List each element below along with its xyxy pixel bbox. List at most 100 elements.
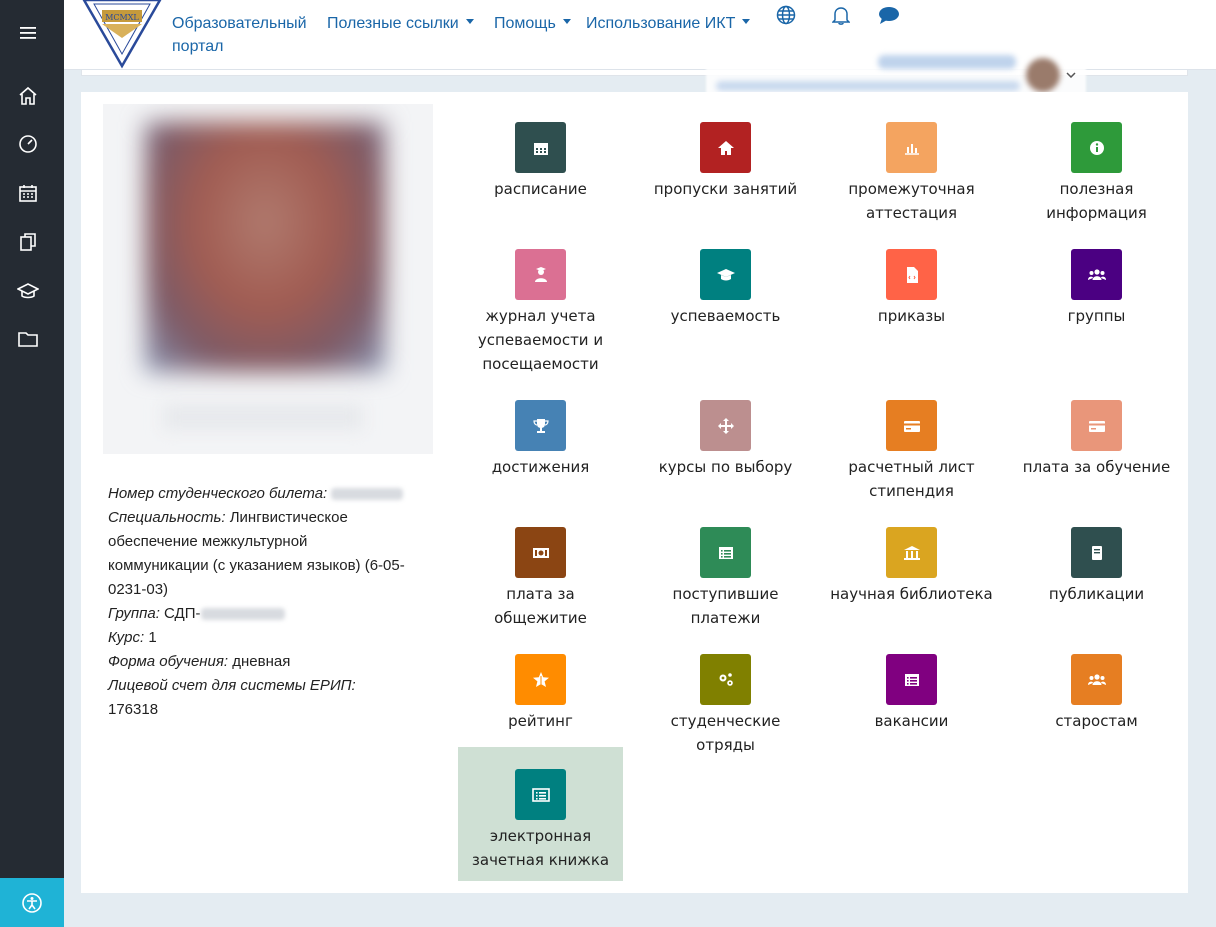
tile-6[interactable]: успеваемость bbox=[643, 237, 808, 357]
home-icon[interactable] bbox=[14, 82, 42, 110]
money-icon bbox=[515, 527, 566, 578]
list-icon bbox=[886, 654, 937, 705]
bank-icon bbox=[886, 527, 937, 578]
nav-ict-label: Использование ИКТ bbox=[586, 15, 736, 32]
book-icon bbox=[1071, 527, 1122, 578]
student-erip-account: Лицевой счет для системы ЕРИП: 176318 bbox=[108, 677, 356, 718]
tile-label: поступившие платежи bbox=[672, 585, 779, 627]
tile-12[interactable]: плата за обучение bbox=[1014, 388, 1179, 508]
tile-label: электронная зачетная книжка bbox=[471, 827, 610, 869]
nav-help-label: Помощь bbox=[494, 15, 556, 32]
chat-icon[interactable] bbox=[878, 4, 900, 26]
nav-useful-links-label: Полезные ссылки bbox=[327, 15, 459, 32]
calendar-icon bbox=[515, 122, 566, 173]
star-icon bbox=[515, 654, 566, 705]
tile-label: расписание bbox=[494, 180, 587, 198]
tile-4[interactable]: полезная информация bbox=[1014, 110, 1179, 230]
tile-label: курсы по выбору bbox=[658, 458, 793, 476]
tile-17[interactable]: рейтинг bbox=[458, 642, 623, 762]
chevron-down-icon bbox=[465, 19, 474, 25]
dashboard-icon[interactable] bbox=[14, 130, 42, 158]
tile-label: публикации bbox=[1048, 585, 1145, 603]
student-specialty: Специальность: Лингвистическое обеспечен… bbox=[108, 509, 405, 598]
tile-1[interactable]: расписание bbox=[458, 110, 623, 230]
list-icon bbox=[700, 527, 751, 578]
tile-label: расчетный лист стипендия bbox=[848, 458, 975, 500]
arrows-icon bbox=[700, 400, 751, 451]
tile-14[interactable]: поступившие платежи bbox=[643, 515, 808, 635]
tile-10[interactable]: курсы по выбору bbox=[643, 388, 808, 508]
tile-9[interactable]: достижения bbox=[458, 388, 623, 508]
tile-label: промежуточная аттестация bbox=[848, 180, 975, 222]
tile-label: научная библиотека bbox=[830, 585, 993, 603]
chevron-down-icon bbox=[562, 19, 571, 25]
tile-8[interactable]: группы bbox=[1014, 237, 1179, 357]
tile-18[interactable]: студенческие отряды bbox=[643, 642, 808, 762]
sidebar bbox=[0, 0, 64, 927]
tile-3[interactable]: промежуточная аттестация bbox=[829, 110, 994, 230]
tile-label: вакансии bbox=[874, 712, 949, 730]
teacher-icon bbox=[515, 249, 566, 300]
folder-icon[interactable] bbox=[14, 325, 42, 353]
files-icon[interactable] bbox=[14, 228, 42, 256]
student-dashboard-card: Номер студенческого билета: Специальност… bbox=[81, 92, 1188, 893]
university-logo[interactable]: MCMXL bbox=[80, 0, 164, 70]
tile-20[interactable]: старостам bbox=[1014, 642, 1179, 762]
avatar[interactable] bbox=[1026, 58, 1060, 92]
bar-chart-icon bbox=[886, 122, 937, 173]
bell-icon[interactable] bbox=[830, 4, 852, 26]
calendar-icon[interactable] bbox=[14, 179, 42, 207]
menu-icon[interactable] bbox=[14, 19, 42, 47]
student-course: Курс: 1 bbox=[108, 629, 157, 646]
graduation-cap-icon bbox=[700, 249, 751, 300]
student-info: Номер студенческого билета: Специальност… bbox=[108, 482, 408, 722]
credit-card-icon bbox=[1071, 400, 1122, 451]
nav-portal-link[interactable]: Образовательный портал bbox=[172, 12, 322, 58]
info-icon bbox=[1071, 122, 1122, 173]
tile-15[interactable]: научная библиотека bbox=[829, 515, 994, 635]
nav-ict[interactable]: Использование ИКТ bbox=[586, 12, 751, 35]
student-ticket: Номер студенческого билета: bbox=[108, 482, 408, 506]
tile-label: рейтинг bbox=[508, 712, 573, 730]
tile-13[interactable]: плата за общежитие bbox=[458, 515, 623, 635]
tile-label: старостам bbox=[1055, 712, 1138, 730]
file-code-icon bbox=[886, 249, 937, 300]
cogs-icon bbox=[700, 654, 751, 705]
tile-label: журнал учета успеваемости и посещаемости bbox=[477, 307, 604, 373]
user-name[interactable] bbox=[878, 55, 1016, 69]
accessibility-icon bbox=[22, 892, 42, 913]
tile-label: успеваемость bbox=[670, 307, 781, 325]
tile-5[interactable]: журнал учета успеваемости и посещаемости bbox=[458, 237, 623, 373]
tile-label: приказы bbox=[877, 307, 946, 325]
tile-label: студенческие отряды bbox=[670, 712, 781, 754]
credit-card-icon bbox=[886, 400, 937, 451]
chevron-down-icon bbox=[742, 19, 751, 25]
tile-label: пропуски занятий bbox=[653, 180, 798, 198]
tile-21[interactable]: электронная зачетная книжка bbox=[458, 747, 623, 881]
tile-label: плата за обучение bbox=[1022, 458, 1171, 476]
tile-19[interactable]: вакансии bbox=[829, 642, 994, 762]
tile-label: достижения bbox=[491, 458, 590, 476]
graduation-cap-icon[interactable] bbox=[14, 277, 42, 305]
home-icon bbox=[700, 122, 751, 173]
tile-7[interactable]: приказы bbox=[829, 237, 994, 357]
users-icon bbox=[1071, 654, 1122, 705]
nav-useful-links[interactable]: Полезные ссылки bbox=[327, 12, 474, 35]
globe-icon[interactable] bbox=[775, 4, 797, 26]
accessibility-button[interactable] bbox=[0, 878, 64, 927]
tile-label: плата за общежитие bbox=[494, 585, 587, 627]
svg-text:MCMXL: MCMXL bbox=[105, 13, 139, 22]
list-alt-icon bbox=[515, 769, 566, 820]
user-subtitle bbox=[716, 81, 1020, 91]
users-icon bbox=[1071, 249, 1122, 300]
nav-help[interactable]: Помощь bbox=[494, 12, 571, 35]
chevron-down-icon[interactable] bbox=[1066, 72, 1076, 78]
tile-16[interactable]: публикации bbox=[1014, 515, 1179, 635]
student-photo bbox=[103, 104, 433, 454]
tile-11[interactable]: расчетный лист стипендия bbox=[829, 388, 994, 508]
tile-2[interactable]: пропуски занятий bbox=[643, 110, 808, 230]
tile-label: группы bbox=[1067, 307, 1126, 325]
student-study-form: Форма обучения: дневная bbox=[108, 653, 291, 670]
tile-label: полезная информация bbox=[1046, 180, 1147, 222]
trophy-icon bbox=[515, 400, 566, 451]
